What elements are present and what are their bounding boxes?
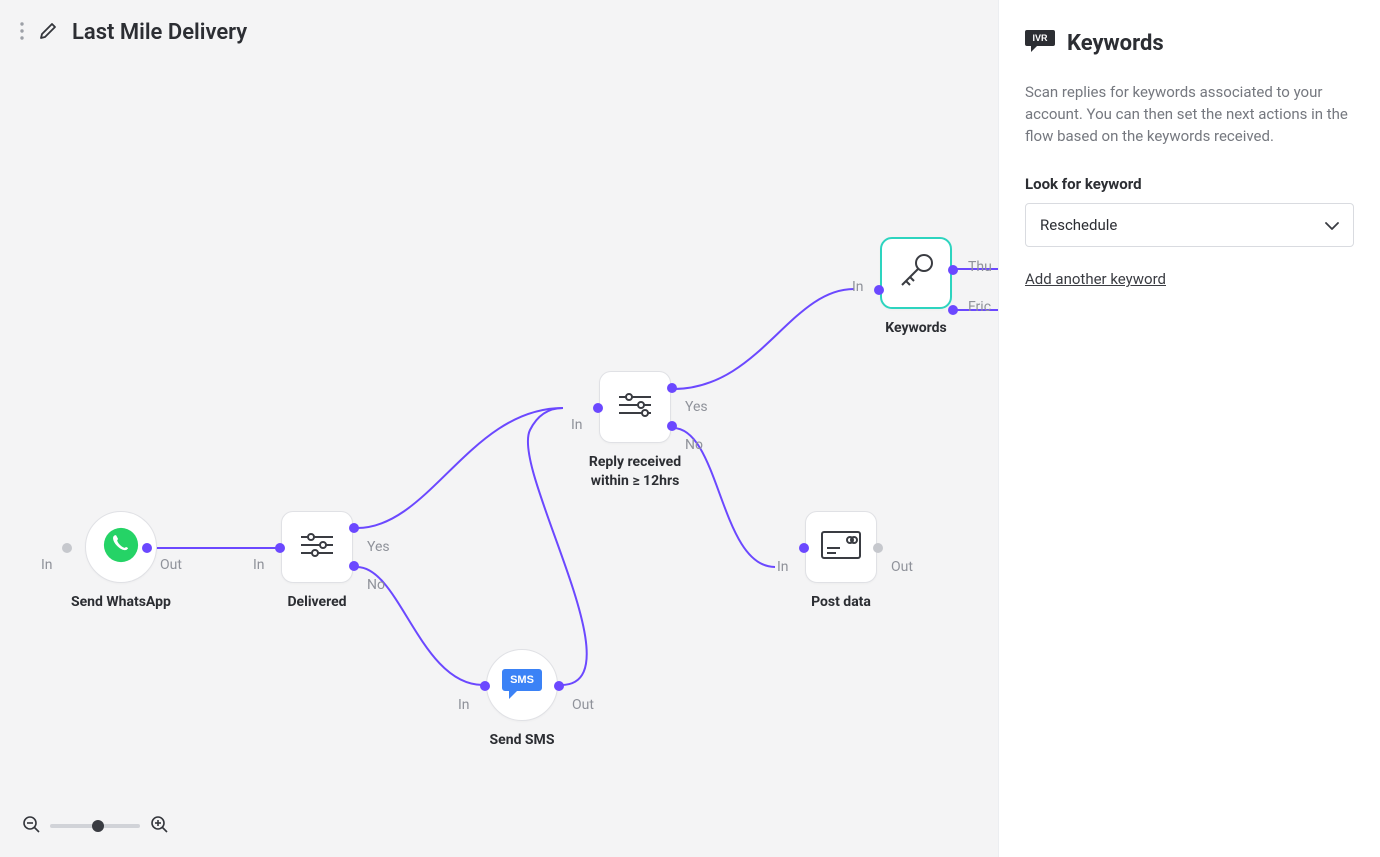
node-label: Send SMS <box>486 731 558 750</box>
properties-panel: IVR Keywords Scan replies for keywords a… <box>998 0 1380 857</box>
port-label-in: In <box>41 557 53 573</box>
ivr-badge-icon: IVR <box>1025 28 1055 58</box>
port-yes[interactable] <box>349 523 359 533</box>
edit-icon[interactable] <box>38 21 58 45</box>
panel-description: Scan replies for keywords associated to … <box>1025 82 1354 147</box>
sliders-icon <box>297 531 337 563</box>
flow-title: Last Mile Delivery <box>72 20 247 45</box>
port-label-in: In <box>777 559 789 575</box>
keyword-select[interactable]: Reschedule <box>1025 203 1354 247</box>
keyword-field-label: Look for keyword <box>1025 175 1354 193</box>
port-in[interactable] <box>480 681 490 691</box>
node-send-sms[interactable]: SMS Send SMS In Out <box>486 649 558 750</box>
port-label-out-2: Fric <box>968 299 991 315</box>
port-yes[interactable] <box>667 383 677 393</box>
node-label: Send WhatsApp <box>71 593 171 612</box>
panel-title: Keywords <box>1067 31 1164 56</box>
port-label-out: Out <box>160 557 182 573</box>
port-in[interactable] <box>874 285 884 295</box>
port-label-no: No <box>685 437 703 453</box>
zoom-in-icon[interactable] <box>150 815 168 837</box>
svg-text:IVR: IVR <box>1032 33 1048 43</box>
zoom-control <box>22 815 168 837</box>
port-label-in: In <box>571 417 583 433</box>
node-post-data[interactable]: Post data In Out <box>805 511 877 612</box>
port-label-yes: Yes <box>367 539 390 555</box>
node-keywords[interactable]: Keywords In Thu Fric <box>880 237 952 338</box>
port-label-no: No <box>367 577 385 593</box>
add-keyword-link[interactable]: Add another keyword <box>1025 270 1166 288</box>
port-in[interactable] <box>593 403 603 413</box>
port-in[interactable] <box>799 543 809 553</box>
port-out[interactable] <box>554 681 564 691</box>
chevron-down-icon <box>1325 216 1339 234</box>
node-delivered[interactable]: Delivered In Yes No <box>281 511 353 612</box>
port-label-out-1: Thu <box>968 259 992 275</box>
node-label: Keywords <box>880 319 952 338</box>
node-label: Reply received within ≥ 12hrs <box>569 453 701 491</box>
port-in[interactable] <box>62 543 72 553</box>
whatsapp-icon <box>102 526 140 568</box>
keyword-select-value: Reschedule <box>1040 216 1117 234</box>
zoom-out-icon[interactable] <box>22 815 40 837</box>
svg-text:SMS: SMS <box>510 674 534 686</box>
port-out-1[interactable] <box>948 265 958 275</box>
port-in[interactable] <box>275 543 285 553</box>
port-label-in: In <box>253 557 265 573</box>
node-reply-received[interactable]: Reply received within ≥ 12hrs In Yes No <box>599 371 671 491</box>
sliders-icon <box>615 391 655 423</box>
zoom-slider[interactable] <box>50 824 140 828</box>
port-no[interactable] <box>667 421 677 431</box>
node-label: Post data <box>805 593 877 612</box>
port-label-in: In <box>458 697 470 713</box>
port-label-in: In <box>852 279 864 295</box>
port-label-out: Out <box>891 559 913 575</box>
port-out[interactable] <box>142 543 152 553</box>
more-options-icon[interactable] <box>20 22 24 44</box>
sms-icon: SMS <box>501 665 543 705</box>
node-send-whatsapp[interactable]: Send WhatsApp In Out <box>71 511 171 612</box>
node-label: Delivered <box>281 593 353 612</box>
port-label-out: Out <box>572 697 594 713</box>
key-icon <box>894 249 938 297</box>
port-out[interactable] <box>873 543 883 553</box>
port-label-yes: Yes <box>685 399 708 415</box>
card-icon <box>820 530 862 564</box>
port-out-2[interactable] <box>948 305 958 315</box>
port-no[interactable] <box>349 561 359 571</box>
